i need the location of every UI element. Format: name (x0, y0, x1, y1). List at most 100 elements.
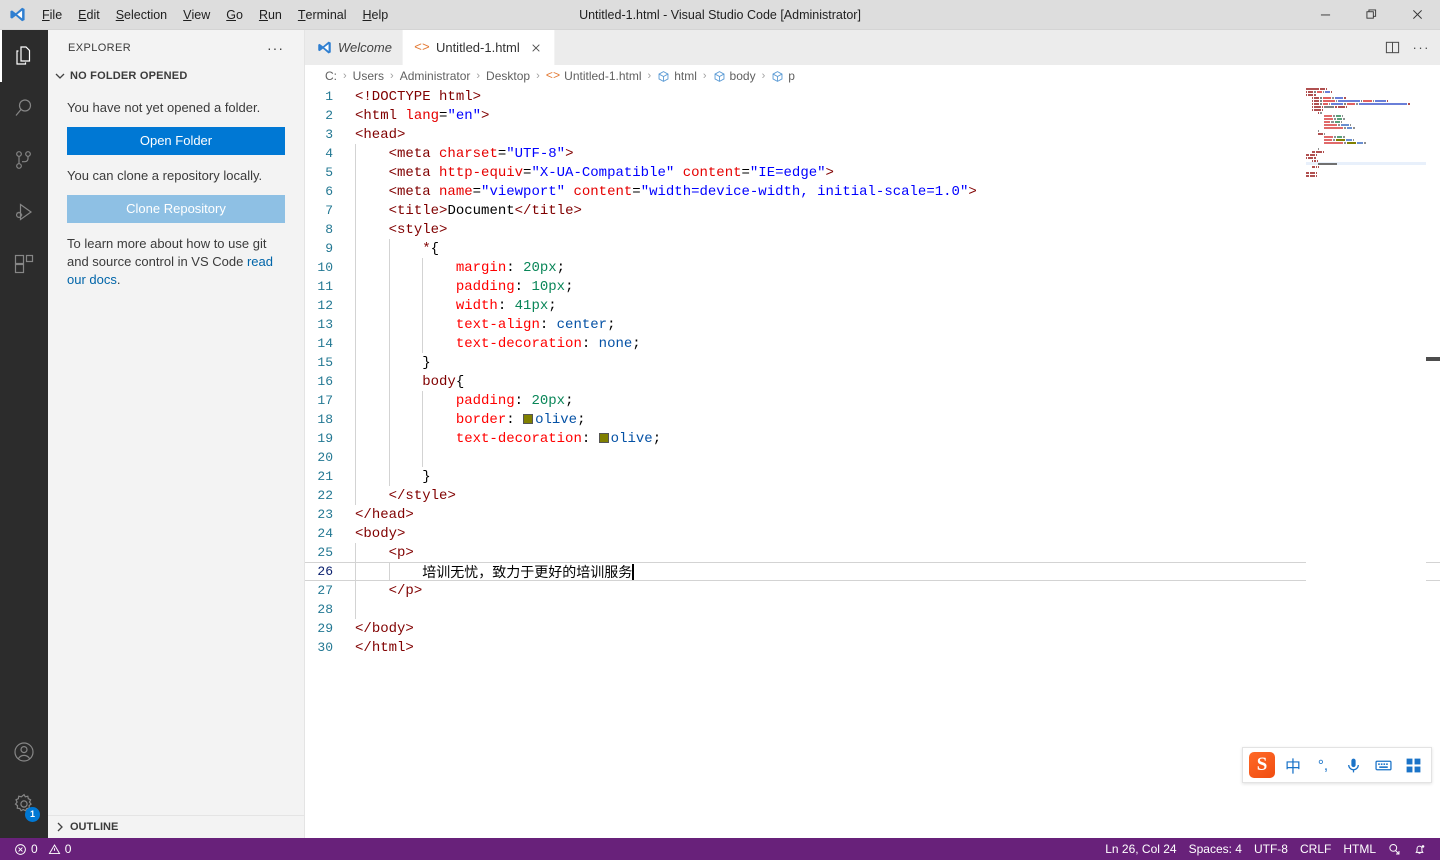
breadcrumb-item-html[interactable]: html (657, 69, 697, 83)
keyboard-icon[interactable] (1371, 752, 1395, 778)
code-line[interactable]: 20 (305, 448, 1440, 467)
code-line[interactable]: 24<body> (305, 524, 1440, 543)
apps-grid-icon[interactable] (1401, 752, 1425, 778)
activity-explorer[interactable] (0, 30, 48, 82)
editor-vertical-scrollbar[interactable] (1426, 87, 1440, 838)
code-line[interactable]: 16 body{ (305, 372, 1440, 391)
code-line[interactable]: 27 </p> (305, 581, 1440, 600)
code-line[interactable]: 23</head> (305, 505, 1440, 524)
tab-untitled-1-html[interactable]: <> Untitled-1.html (403, 30, 555, 65)
code-line-current[interactable]: 26 培训无忧，致力于更好的培训服务 (305, 562, 1440, 581)
breadcrumb-item-file[interactable]: <>Untitled-1.html (546, 69, 642, 83)
status-problems[interactable]: 0 0 (8, 838, 77, 860)
breadcrumb-item-users[interactable]: Users (353, 69, 384, 83)
code-line[interactable]: 2<html lang="en"> (305, 106, 1440, 125)
token-punct: ; (565, 393, 573, 409)
clone-message: You can clone a repository locally. (67, 167, 285, 185)
menu-view[interactable]: View (175, 0, 218, 30)
color-swatch[interactable] (523, 414, 533, 424)
line-number: 30 (305, 640, 349, 655)
minimize-button[interactable] (1302, 0, 1348, 30)
chevron-down-icon (52, 68, 68, 84)
breadcrumb-item-p[interactable]: p (771, 69, 795, 83)
code-line[interactable]: 19 text-decoration: olive; (305, 429, 1440, 448)
status-indentation[interactable]: Spaces: 4 (1183, 838, 1248, 860)
status-cursor-position[interactable]: Ln 26, Col 24 (1099, 838, 1182, 860)
code-line[interactable]: 15 } (305, 353, 1440, 372)
menu-run[interactable]: Run (251, 0, 290, 30)
menu-help[interactable]: Help (355, 0, 397, 30)
sogou-logo-icon[interactable]: S (1249, 752, 1275, 778)
code-line[interactable]: 12 width: 41px; (305, 296, 1440, 315)
clone-repository-button[interactable]: Clone Repository (67, 195, 285, 223)
code-line[interactable]: 4 <meta charset="UTF-8"> (305, 144, 1440, 163)
code-line[interactable]: 28 (305, 600, 1440, 619)
line-number: 15 (305, 355, 349, 370)
editor-more-actions[interactable]: ··· (1413, 40, 1431, 55)
ime-language-mode[interactable]: 中 (1281, 752, 1305, 778)
code-line[interactable]: 8 <style> (305, 220, 1440, 239)
status-encoding[interactable]: UTF-8 (1248, 838, 1294, 860)
status-language-mode[interactable]: HTML (1337, 838, 1382, 860)
breadcrumb-item-desktop[interactable]: Desktop (486, 69, 530, 83)
open-folder-button[interactable]: Open Folder (67, 127, 285, 155)
no-folder-section-header[interactable]: NO FOLDER OPENED (48, 65, 304, 87)
token-prop: margin (456, 260, 506, 276)
activity-search[interactable] (0, 82, 48, 134)
code-line[interactable]: 14 text-decoration: none; (305, 334, 1440, 353)
code-line[interactable]: 25 <p> (305, 543, 1440, 562)
code-line[interactable]: 10 margin: 20px; (305, 258, 1440, 277)
code-line[interactable]: 11 padding: 10px; (305, 277, 1440, 296)
html-file-icon: <> (413, 40, 431, 55)
breadcrumb-item-c[interactable]: C: (325, 69, 337, 83)
code-editor[interactable]: 1<!DOCTYPE html>2<html lang="en">3<head>… (305, 87, 1440, 838)
close-button[interactable] (1394, 0, 1440, 30)
tab-close-icon[interactable] (528, 40, 544, 56)
menu-file[interactable]: File (34, 0, 70, 30)
code-line[interactable]: 9 *{ (305, 239, 1440, 258)
menu-edit[interactable]: Edit (70, 0, 108, 30)
symbol-field-icon (771, 70, 784, 83)
code-line-text: </p> (349, 583, 422, 599)
code-lines[interactable]: 1<!DOCTYPE html>2<html lang="en">3<head>… (305, 87, 1440, 838)
code-line[interactable]: 6 <meta name="viewport" content="width=d… (305, 182, 1440, 201)
activity-manage-settings[interactable]: 1 (0, 778, 48, 830)
code-line[interactable]: 21 } (305, 467, 1440, 486)
token-val: olive (611, 431, 653, 447)
code-line[interactable]: 7 <title>Document</title> (305, 201, 1440, 220)
token-angle: > (414, 583, 422, 599)
code-line-text: margin: 20px; (349, 260, 565, 276)
code-line[interactable]: 3<head> (305, 125, 1440, 144)
menu-terminal[interactable]: Terminal (290, 0, 355, 30)
split-editor-icon[interactable] (1383, 38, 1403, 58)
activity-source-control[interactable] (0, 134, 48, 186)
outline-section-header[interactable]: OUTLINE (48, 815, 304, 838)
code-line[interactable]: 30</html> (305, 638, 1440, 657)
activity-extensions[interactable] (0, 238, 48, 290)
color-swatch[interactable] (599, 433, 609, 443)
status-eol[interactable]: CRLF (1294, 838, 1337, 860)
activity-run-and-debug[interactable] (0, 186, 48, 238)
code-line[interactable]: 5 <meta http-equiv="X-UA-Compatible" con… (305, 163, 1440, 182)
ime-punctuation-toggle[interactable]: °, (1311, 752, 1335, 778)
text-cursor (632, 564, 634, 581)
status-notifications[interactable] (1407, 838, 1432, 860)
menu-go[interactable]: Go (218, 0, 251, 30)
code-line[interactable]: 17 padding: 20px; (305, 391, 1440, 410)
vscode-window: File Edit Selection View Go Run Terminal… (0, 0, 1440, 860)
activity-account[interactable] (0, 726, 48, 778)
menu-selection[interactable]: Selection (108, 0, 175, 30)
status-feedback[interactable] (1382, 838, 1407, 860)
line-number: 27 (305, 583, 349, 598)
code-line[interactable]: 13 text-align: center; (305, 315, 1440, 334)
restore-button[interactable] (1348, 0, 1394, 30)
breadcrumb-item-administrator[interactable]: Administrator (400, 69, 471, 83)
tab-welcome[interactable]: Welcome (305, 30, 403, 65)
breadcrumb-item-body[interactable]: body (713, 69, 756, 83)
sidebar-more-actions[interactable]: ··· (267, 40, 284, 56)
code-line[interactable]: 22 </style> (305, 486, 1440, 505)
microphone-icon[interactable] (1341, 752, 1365, 778)
code-line[interactable]: 1<!DOCTYPE html> (305, 87, 1440, 106)
code-line[interactable]: 18 border: olive; (305, 410, 1440, 429)
code-line[interactable]: 29</body> (305, 619, 1440, 638)
